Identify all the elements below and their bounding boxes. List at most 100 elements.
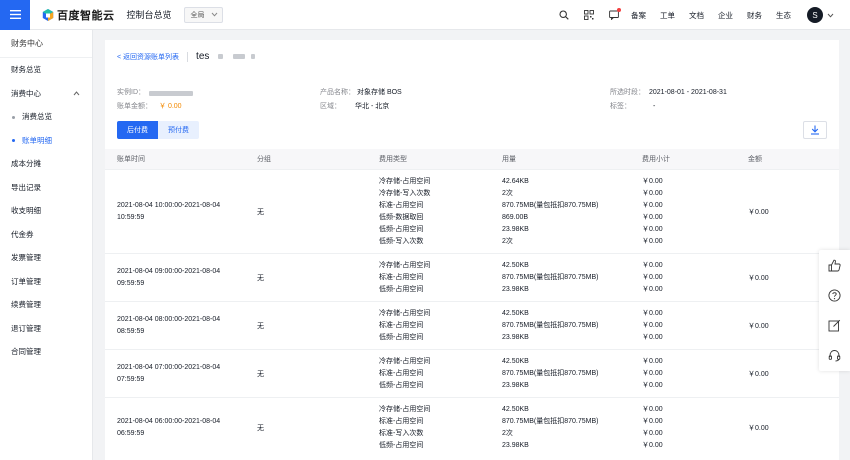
avatar[interactable]: S [807, 7, 823, 23]
bill-time-text: 09:59:59 [117, 279, 145, 287]
bill-time-text: 2021-08-04 07:00:00-2021-08-04 [117, 363, 221, 371]
sidebar-item-vouchers[interactable]: 代金券 [0, 223, 92, 247]
subtotal-text: ￥0.00 [642, 177, 663, 185]
sidebar-item-export-records[interactable]: 导出记录 [0, 176, 92, 200]
group-cell: 无 [257, 208, 264, 216]
col-header-group: 分组 [257, 156, 271, 163]
fee-type-text: 标准-占用空间 [379, 369, 424, 377]
help-icon [828, 288, 841, 302]
subtotal-cell: ￥0.00 ￥0.00 ￥0.00 ￥0.00 ￥0.00 ￥0.00 [630, 170, 736, 253]
fee-type-text: 低频-占用空间 [379, 441, 424, 449]
table-row: 2021-08-04 08:00:00-2021-08-04 08:59:59 无 冷… [105, 301, 839, 349]
sidebar-group-consumption[interactable]: 消费中心 [0, 82, 92, 106]
usage-text: 23.98KB [502, 225, 529, 233]
fee-type-text: 低频-占用空间 [379, 225, 424, 233]
sidebar-item-orders[interactable]: 订单管理 [0, 270, 92, 294]
nav-link-ecosystem[interactable]: 生态 [776, 10, 791, 21]
sidebar-item-renewals[interactable]: 续费管理 [0, 293, 92, 317]
bill-time-cell: 2021-08-04 06:00:00-2021-08-04 06:59:59 [105, 398, 245, 457]
subtotal-text: ￥0.00 [642, 441, 663, 449]
subtotal-text: ￥0.00 [642, 321, 663, 329]
brand-logo[interactable]: 百度智能云 [42, 7, 115, 23]
chevron-down-icon[interactable] [827, 13, 834, 18]
sidebar-item-refunds[interactable]: 退订管理 [0, 317, 92, 341]
bill-time-text: 2021-08-04 09:00:00-2021-08-04 [117, 267, 221, 275]
product-value: 对象存储 BOS [357, 89, 402, 96]
fee-type-cell: 冷存储-占用空间 标准-占用空间 低频-占用空间 [367, 254, 490, 301]
qrcode-icon[interactable] [581, 7, 597, 23]
fee-type-text: 低频-数据取回 [379, 213, 424, 221]
redacted-text [250, 53, 255, 59]
tab-postpaid[interactable]: 后付费 [117, 121, 158, 139]
nav-link-docs[interactable]: 文档 [689, 10, 704, 21]
subtotal-text: ￥0.00 [642, 369, 663, 377]
usage-cell: 42.64KB 2次 870.75MB(量包抵扣870.75MB) 869.00B 23… [490, 170, 630, 253]
sidebar-item-finance-overview[interactable]: 财务总览 [0, 58, 92, 82]
usage-text: 2次 [502, 189, 513, 197]
subtotal-text: ￥0.00 [642, 213, 663, 221]
menu-button[interactable] [0, 0, 30, 30]
region-value: 全局 [190, 11, 205, 19]
col-header-amount: 金额 [748, 156, 762, 163]
download-button[interactable] [803, 121, 827, 139]
search-icon[interactable] [556, 7, 572, 23]
page-title: tes [196, 51, 255, 62]
region-value: 华北 - 北京 [355, 103, 390, 110]
group-cell: 无 [257, 370, 264, 378]
thumbs-up-icon [828, 259, 841, 271]
sidebar-item-invoices[interactable]: 发票管理 [0, 246, 92, 270]
usage-text: 42.50KB [502, 261, 529, 269]
nav-link-beian[interactable]: 备案 [631, 10, 646, 21]
region-label: 区域： [320, 103, 341, 110]
subtotal-cell: ￥0.00 ￥0.00 ￥0.00 ￥0.00 [630, 398, 736, 457]
subtotal-text: ￥0.00 [642, 381, 663, 389]
customer-service-button[interactable] [819, 340, 850, 370]
usage-text: 23.98KB [502, 381, 529, 389]
col-header-time: 账单时间 [117, 156, 145, 163]
sidebar-item-consumption-overview[interactable]: 消费总览 [0, 105, 92, 129]
sidebar-item-contracts[interactable]: 合同管理 [0, 340, 92, 364]
fee-type-text: 标准-占用空间 [379, 201, 424, 209]
fee-type-text: 标准-占用空间 [379, 273, 424, 281]
console-home-link[interactable]: 控制台总览 [127, 8, 172, 21]
product-label: 产品名称： [320, 89, 355, 96]
help-button[interactable] [819, 280, 850, 310]
nav-link-finance[interactable]: 财务 [747, 10, 762, 21]
table-header: 账单时间 分组 费用类型 用量 费用小计 金额 [105, 149, 839, 169]
breadcrumb: < 返回资源账单列表 tes [117, 51, 255, 62]
top-nav: 百度智能云 控制台总览 全局 备案 工单 文档 企业 财务 生态 S [0, 0, 850, 30]
fee-type-text: 标准-写入次数 [379, 429, 424, 437]
nav-link-ticket[interactable]: 工单 [660, 10, 675, 21]
sidebar-item-label: 消费中心 [11, 88, 41, 98]
download-icon [811, 125, 819, 135]
subtotal-text: ￥0.00 [642, 333, 663, 341]
region-select[interactable]: 全局 [183, 6, 223, 23]
feedback-edit-button[interactable] [819, 310, 850, 340]
redacted-text [218, 53, 224, 59]
amount-cell: ￥0.00 [748, 424, 769, 432]
usage-text: 870.75MB(量包抵扣870.75MB) [502, 201, 599, 209]
usage-text: 870.75MB(量包抵扣870.75MB) [502, 417, 599, 425]
nav-link-enterprise[interactable]: 企业 [718, 10, 733, 21]
bill-time-text: 06:59:59 [117, 429, 145, 437]
tab-prepaid[interactable]: 预付费 [158, 121, 199, 139]
bill-time-text: 2021-08-04 08:00:00-2021-08-04 [117, 315, 221, 323]
bill-time-text: 2021-08-04 10:00:00-2021-08-04 [117, 201, 221, 209]
usage-text: 870.75MB(量包抵扣870.75MB) [502, 273, 599, 281]
bill-time-text: 2021-08-04 06:00:00-2021-08-04 [117, 417, 221, 425]
floating-toolbar [819, 250, 850, 371]
feedback-like-button[interactable] [819, 250, 850, 280]
sidebar-item-income-expense[interactable]: 收支明细 [0, 199, 92, 223]
table-row: 2021-08-04 06:00:00-2021-08-04 06:59:59 无 冷… [105, 397, 839, 457]
fee-type-text: 冷存储-占用空间 [379, 357, 431, 365]
bill-table: 账单时间 分组 费用类型 用量 费用小计 金额 2021-08-04 10:00… [105, 149, 839, 457]
message-icon[interactable] [606, 7, 622, 23]
sidebar-item-cost-allocation[interactable]: 成本分摊 [0, 152, 92, 176]
subtotal-cell: ￥0.00 ￥0.00 ￥0.00 [630, 350, 736, 397]
unread-dot [617, 8, 621, 12]
fee-type-text: 低频-占用空间 [379, 285, 424, 293]
sidebar-item-bill-detail[interactable]: 账单明细 [0, 129, 92, 153]
fee-type-text: 冷存储-占用空间 [379, 405, 431, 413]
back-to-list-link[interactable]: < 返回资源账单列表 [117, 52, 179, 62]
subtotal-text: ￥0.00 [642, 285, 663, 293]
